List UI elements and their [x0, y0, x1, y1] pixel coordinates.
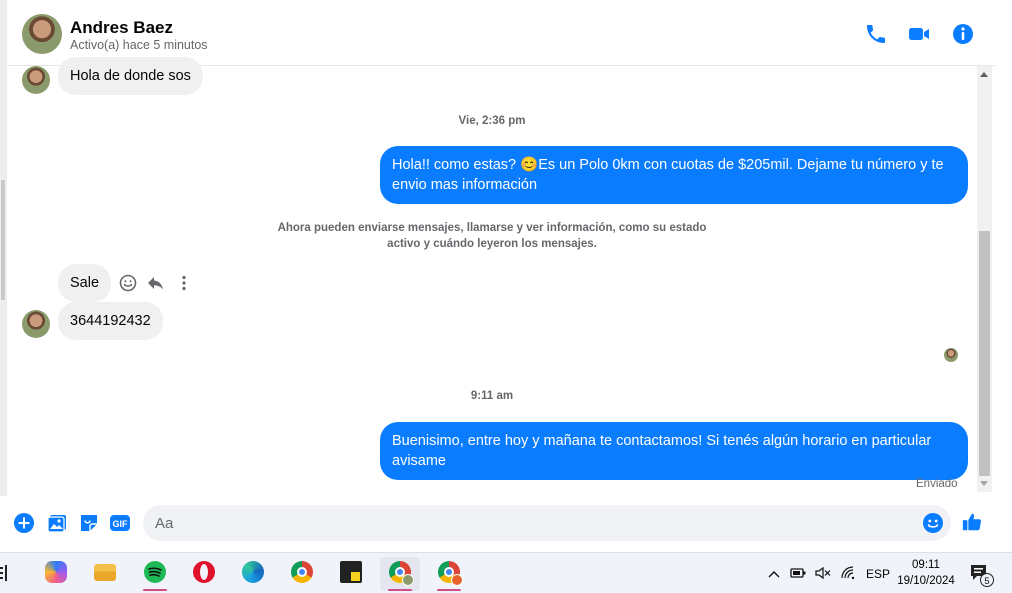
incoming-message[interactable]: Hola de donde sos [58, 57, 203, 95]
more-options-icon[interactable] [174, 273, 194, 293]
read-receipt-avatar [944, 348, 958, 362]
message-input[interactable] [143, 505, 951, 541]
chevron-up-icon[interactable] [768, 567, 780, 579]
incoming-message[interactable]: Sale [58, 264, 112, 302]
left-scroll-thumb [1, 180, 5, 300]
info-icon[interactable] [951, 22, 975, 46]
clock-date: 19/10/2024 [897, 575, 955, 587]
edge-icon[interactable] [233, 557, 273, 591]
opera-icon[interactable] [184, 557, 224, 591]
message-list[interactable]: Hola de donde sos Vie, 2:36 pm Hola!! co… [7, 57, 977, 496]
battery-icon[interactable] [790, 566, 806, 580]
notification-center-icon[interactable]: 5 [968, 562, 994, 588]
task-view-icon[interactable] [0, 565, 14, 581]
message-scrollbar[interactable] [977, 66, 992, 492]
react-icon[interactable] [118, 273, 138, 293]
video-call-icon[interactable] [907, 22, 931, 46]
language-indicator[interactable]: ESP [866, 567, 890, 581]
chrome-profile-2-icon[interactable] [429, 557, 469, 591]
sticky-notes-icon[interactable] [331, 557, 371, 591]
system-clock[interactable]: 09:11 19/10/2024 [894, 557, 958, 589]
photo-icon[interactable] [46, 512, 68, 534]
chrome-profile-icon[interactable] [380, 557, 420, 591]
scroll-thumb[interactable] [979, 231, 990, 476]
delivery-status: Enviado [916, 478, 958, 490]
left-window-edge [0, 0, 7, 552]
outgoing-message[interactable]: Hola!! como estas? 😊Es un Polo 0km con c… [380, 146, 968, 204]
contact-name[interactable]: Andres Baez [70, 18, 173, 38]
windows-taskbar: ESP 09:11 19/10/2024 5 [0, 552, 1012, 593]
incoming-message[interactable]: 3644192432 [58, 302, 163, 340]
chrome-icon[interactable] [282, 557, 322, 591]
gif-icon[interactable]: GIF [109, 512, 131, 534]
spotify-icon[interactable] [135, 557, 175, 591]
system-notice: Ahora pueden enviarse mensajes, llamarse… [277, 222, 707, 250]
message-composer: GIF [0, 496, 995, 552]
emoji-icon[interactable] [922, 512, 944, 534]
timestamp: 9:11 am [470, 390, 514, 402]
scroll-up-arrow[interactable] [980, 72, 988, 77]
contact-avatar[interactable] [22, 14, 62, 54]
like-icon[interactable] [961, 511, 985, 535]
volume-muted-icon[interactable] [815, 566, 831, 580]
gif-label: GIF [113, 519, 129, 529]
notification-count-badge: 5 [980, 573, 994, 587]
copilot-icon[interactable] [36, 557, 76, 591]
phone-icon[interactable] [864, 22, 888, 46]
scroll-down-arrow[interactable] [980, 481, 988, 486]
reply-icon[interactable] [146, 273, 166, 293]
plus-icon[interactable] [13, 512, 35, 534]
outgoing-message[interactable]: Buenisimo, entre hoy y mañana te contact… [380, 422, 968, 480]
wifi-icon[interactable] [840, 566, 856, 580]
file-explorer-icon[interactable] [85, 557, 125, 591]
contact-avatar-small [22, 310, 50, 338]
clock-time: 09:11 [912, 559, 940, 571]
contact-status: Activo(a) hace 5 minutos [70, 38, 208, 52]
sticker-icon[interactable] [78, 512, 100, 534]
timestamp: Vie, 2:36 pm [458, 115, 526, 127]
contact-avatar-small [22, 66, 50, 94]
